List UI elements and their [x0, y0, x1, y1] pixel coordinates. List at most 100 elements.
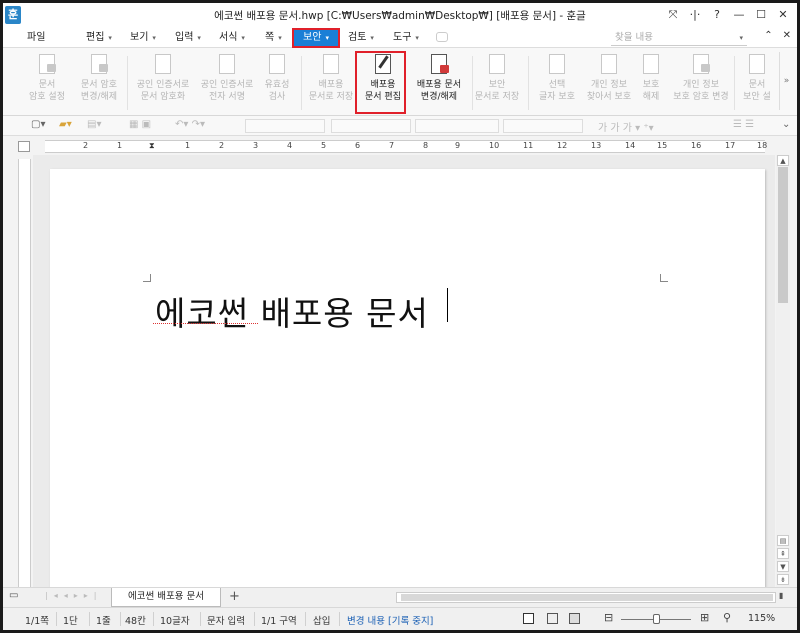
- validity-check-button[interactable]: 유효성 검사: [253, 53, 301, 103]
- open-folder-icon[interactable]: ▰▾: [59, 119, 72, 133]
- scroll-up-icon[interactable]: ▲: [777, 155, 789, 166]
- vertical-ruler[interactable]: [18, 159, 31, 587]
- scroll-thumb[interactable]: [778, 167, 788, 303]
- protect-selected-text-button[interactable]: 선택 글자 보호: [529, 53, 585, 103]
- maximize-button[interactable]: ☐: [751, 6, 771, 24]
- status-page[interactable]: 1/1쪽: [25, 613, 49, 627]
- print-icon[interactable]: ▦ ▣: [129, 119, 151, 133]
- status-column[interactable]: 48칸: [125, 613, 146, 627]
- status-char-count[interactable]: 10글자: [160, 613, 190, 627]
- next-page-icon[interactable]: ▼: [777, 561, 789, 572]
- change-distribution-document-button[interactable]: 배포용 문서 변경/해제: [407, 53, 471, 103]
- ribbon-label: 암호 설정: [29, 92, 65, 102]
- status-section[interactable]: 1/1 구역: [261, 613, 297, 627]
- personal-info-icon: [598, 53, 620, 75]
- close-button[interactable]: ✕: [773, 6, 793, 24]
- menu-view[interactable]: 보기 ▾: [130, 30, 156, 46]
- change-document-password-button[interactable]: 문서 암호 변경/해제: [71, 53, 127, 103]
- ruler-tick: 5: [321, 141, 327, 150]
- search-input[interactable]: 찾을 내용 ▾: [611, 30, 747, 46]
- check-doc-icon: [266, 53, 288, 75]
- hscroll-thumb[interactable]: [401, 594, 773, 601]
- ruler-tick: 10: [489, 141, 500, 150]
- document-page[interactable]: 에코썬 배포용 문서: [50, 169, 765, 589]
- save-as-distribution-button[interactable]: 배포용 문서로 저장: [303, 53, 359, 103]
- menu-tools[interactable]: 도구 ▾: [393, 30, 419, 46]
- document-body-text[interactable]: 에코썬 배포용 문서: [155, 287, 429, 335]
- zoom-in-icon[interactable]: ⊞: [700, 611, 709, 624]
- cert-sign-button[interactable]: 공인 인증서로 전자 서명: [195, 53, 259, 103]
- cloud-icon[interactable]: [436, 32, 448, 42]
- style-select[interactable]: [245, 119, 325, 133]
- status-insert-mode[interactable]: 삽입: [313, 613, 330, 627]
- ribbon-label: 변경/해제: [80, 92, 118, 102]
- ribbon-label: 찾아서 보호: [586, 92, 632, 102]
- set-document-password-button[interactable]: 문서암호 설정: [19, 53, 75, 103]
- status-input-mode[interactable]: 문자 입력: [207, 613, 245, 627]
- minimize-button[interactable]: —: [729, 6, 749, 24]
- tab-document[interactable]: 에코썬 배포용 문서: [111, 588, 221, 607]
- vertical-scrollbar[interactable]: ▲ ▤ ⇞ ▼ ⇟: [776, 155, 790, 587]
- menu-insert[interactable]: 입력 ▾: [175, 30, 201, 46]
- zoom-level[interactable]: 115%: [748, 613, 775, 624]
- align-icon[interactable]: ☰ ☰: [733, 119, 754, 133]
- ribbon-label: 전자 서명: [209, 92, 245, 102]
- status-track-changes[interactable]: 변경 내용 [기록 중지]: [347, 613, 433, 627]
- fit-view-icon[interactable]: [569, 613, 580, 624]
- ruler-tick: 12: [557, 141, 568, 150]
- ruler-tick: 7: [389, 141, 395, 150]
- ribbon-label: 개인 정보: [683, 80, 719, 90]
- undo-icon[interactable]: ↶▾ ↷▾: [175, 119, 205, 133]
- help-icon[interactable]: ?: [707, 6, 727, 24]
- ruler-strip[interactable]: 2 1 ⧗ 1 2 3 4 5 6 7 8 9 10 11 12 13 14 1…: [45, 140, 767, 153]
- zoom-slider-knob[interactable]: [653, 614, 660, 624]
- ruler-indent-marker[interactable]: ⧗: [149, 141, 155, 151]
- chevron-down-icon: ▾: [325, 34, 329, 42]
- status-line[interactable]: 1줄: [96, 613, 111, 627]
- menu-security[interactable]: 보안 ▾: [292, 28, 340, 48]
- ribbon-label: 배포용 문서: [416, 80, 462, 90]
- menu-review[interactable]: 검토 ▾: [348, 30, 374, 46]
- language-select[interactable]: [331, 119, 411, 133]
- change-personal-info-password-button[interactable]: 개인 정보 보호 암호 변경: [669, 53, 733, 103]
- split-view-icon[interactable]: ▮: [779, 591, 783, 600]
- prev-page-icon[interactable]: ⇞: [777, 548, 789, 559]
- menu-format[interactable]: 서식 ▾: [219, 30, 245, 46]
- document-security-settings-button[interactable]: 문서 보안 설: [737, 53, 777, 103]
- cert-encrypt-button[interactable]: 공인 인증서로 문서 암호화: [131, 53, 195, 103]
- add-tab-button[interactable]: +: [229, 589, 240, 604]
- collapse-ribbon-icon[interactable]: ⌃: [764, 30, 772, 41]
- two-page-view-icon[interactable]: [547, 613, 558, 624]
- ribbon-label: 검사: [268, 92, 286, 102]
- status-column-layout[interactable]: 1단: [63, 613, 78, 627]
- tab-list-icon[interactable]: ▭: [9, 590, 18, 601]
- ruler-corner[interactable]: [18, 141, 30, 152]
- zoom-out-icon[interactable]: ⊟: [604, 611, 613, 624]
- text-format-icons[interactable]: 가 가 가 ▾ ⁺▾: [598, 119, 654, 134]
- save-as-secure-button[interactable]: 보안 문서로 저장: [469, 53, 525, 103]
- chevron-down-icon[interactable]: ▾: [739, 30, 743, 46]
- font-select[interactable]: [415, 119, 499, 133]
- text-cursor: [447, 288, 448, 322]
- save-icon[interactable]: ▤▾: [87, 119, 101, 133]
- layout-icon[interactable]: ·|·: [685, 6, 705, 24]
- toolbar-expand-icon[interactable]: ⌄: [782, 119, 790, 133]
- page-view-icon[interactable]: [523, 613, 534, 624]
- menu-page[interactable]: 쪽 ▾: [265, 30, 282, 46]
- menu-file[interactable]: 파일: [27, 30, 45, 46]
- new-doc-icon[interactable]: ▢▾: [31, 119, 45, 133]
- close-doc-icon[interactable]: ✕: [783, 30, 791, 41]
- horizontal-scrollbar[interactable]: [396, 592, 776, 603]
- tab-nav-icons[interactable]: |◂◂▸▸|: [45, 591, 102, 600]
- scroll-down-icon[interactable]: ⇟: [777, 574, 789, 585]
- font-size-stepper[interactable]: [503, 119, 583, 133]
- page-view-icon[interactable]: ▤: [777, 535, 789, 546]
- lock-doc-icon: [88, 53, 110, 75]
- status-divider: [200, 612, 201, 626]
- ribbon-label: 문서: [38, 80, 56, 90]
- menu-edit[interactable]: 편집 ▾: [86, 30, 112, 46]
- zoom-search-icon[interactable]: ⚲: [723, 611, 731, 624]
- fullscreen-icon[interactable]: ⤧: [663, 6, 683, 24]
- ribbon-expand-icon[interactable]: »: [779, 52, 793, 110]
- unprotect-button[interactable]: 보호 해제: [627, 53, 675, 103]
